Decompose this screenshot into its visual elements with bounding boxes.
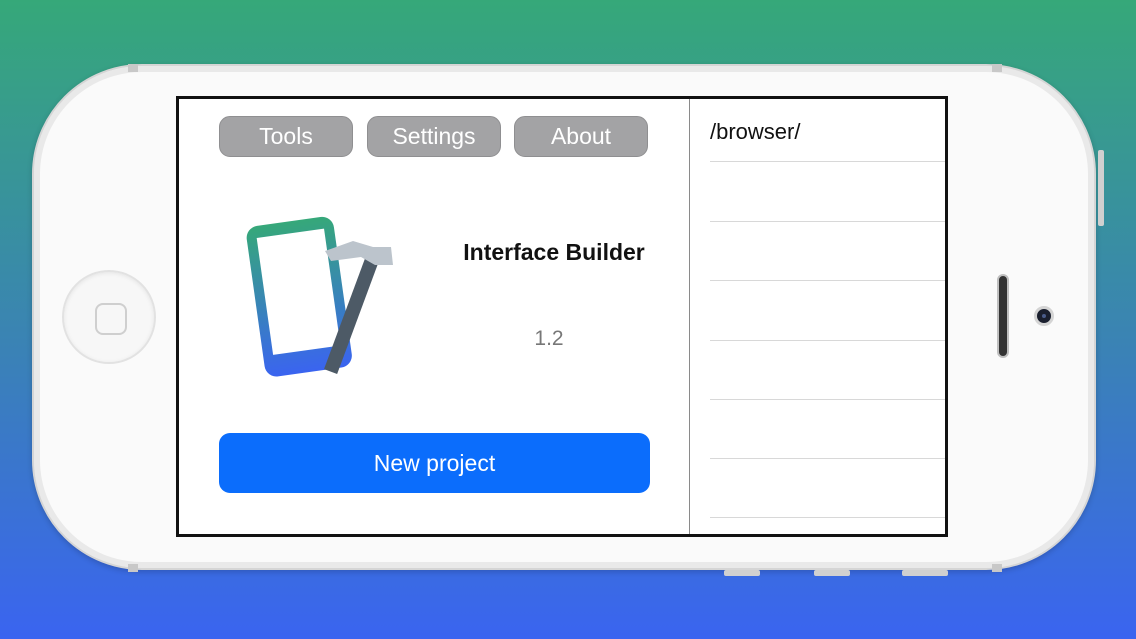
settings-button[interactable]: Settings <box>367 116 501 157</box>
new-project-button[interactable]: New project <box>219 433 650 493</box>
list-row-separator <box>710 399 945 400</box>
home-button[interactable] <box>62 270 156 364</box>
tools-button[interactable]: Tools <box>219 116 353 157</box>
antenna-band <box>128 64 138 72</box>
volume-button <box>724 570 760 576</box>
antenna-band <box>128 564 138 572</box>
power-button <box>1098 150 1104 226</box>
earpiece-speaker <box>997 274 1009 358</box>
about-button[interactable]: About <box>514 116 648 157</box>
antenna-band <box>992 564 1002 572</box>
volume-button <box>814 570 850 576</box>
phone-hammer-icon <box>245 209 401 379</box>
list-row-separator <box>710 458 945 459</box>
mute-switch <box>902 570 948 576</box>
list-row-separator <box>710 280 945 281</box>
app-name: Interface Builder <box>463 239 645 265</box>
front-camera-icon <box>1034 306 1054 326</box>
app-screen: Tools Settings About Interface Builder 1… <box>176 96 948 537</box>
file-browser-pane: /browser/ <box>690 99 945 534</box>
list-row-separator <box>710 161 945 162</box>
list-row-separator <box>710 340 945 341</box>
list-row-separator <box>710 221 945 222</box>
home-square-icon <box>95 303 127 335</box>
list-row-separator <box>710 517 945 518</box>
browser-path: /browser/ <box>710 119 801 144</box>
main-pane: Tools Settings About Interface Builder 1… <box>179 99 689 534</box>
antenna-band <box>992 64 1002 72</box>
app-version: 1.2 <box>534 327 564 350</box>
